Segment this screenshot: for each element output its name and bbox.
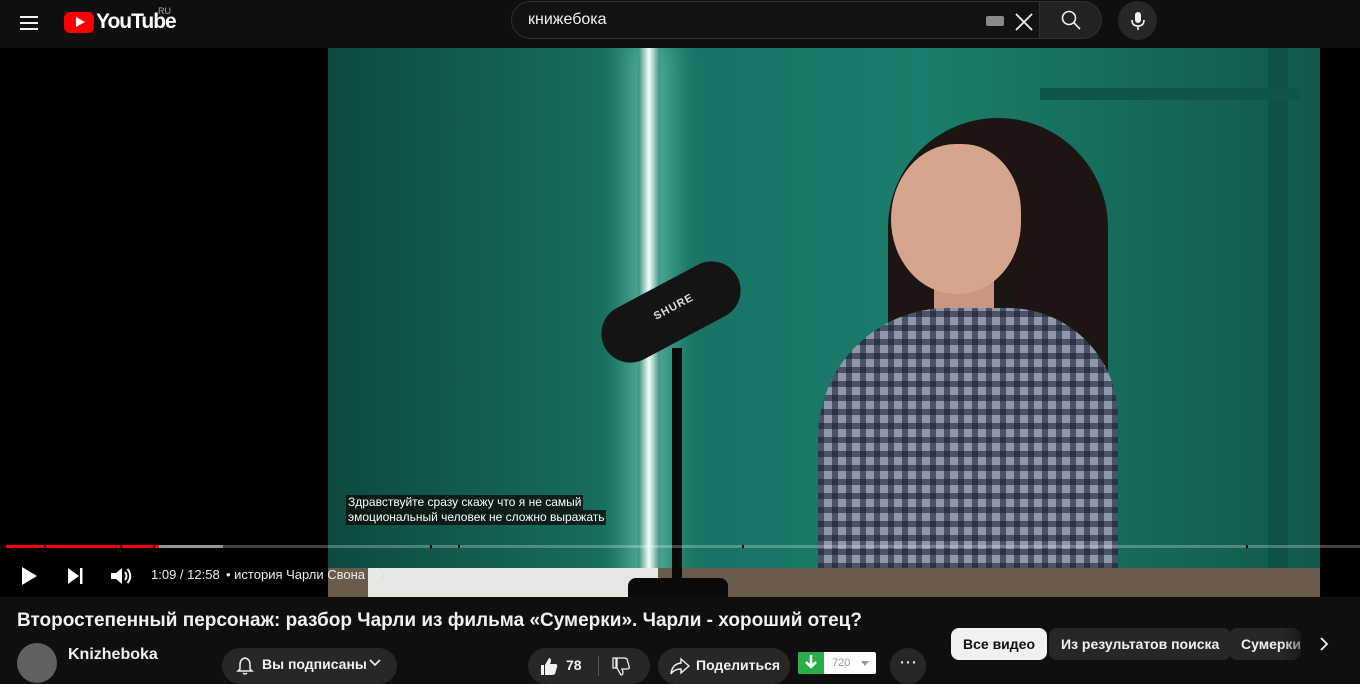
share-button[interactable]: Поделиться bbox=[658, 648, 790, 684]
chip-from-search[interactable]: Из результатов поиска bbox=[1049, 628, 1232, 660]
chapter-label: • история Чарли Свона bbox=[226, 567, 366, 582]
share-label: Поделиться bbox=[696, 657, 781, 673]
subtitle-line-1: Здравствуйте сразу скажу что я не самый bbox=[346, 495, 584, 510]
channel-name[interactable]: Knizheboka bbox=[68, 646, 158, 664]
time-display: 1:09 / 12:58 bbox=[151, 567, 220, 582]
chapter-marker bbox=[742, 545, 744, 548]
chevron-right-icon[interactable] bbox=[1310, 630, 1338, 658]
chapter-marker bbox=[1246, 545, 1248, 548]
studio-microphone: SHURE bbox=[591, 251, 751, 373]
microphone-stand bbox=[672, 348, 682, 588]
chapter-marker bbox=[458, 545, 460, 548]
more-actions-button[interactable]: ⋯ bbox=[890, 648, 926, 684]
top-bar: YouTube RU книжебока bbox=[0, 0, 1360, 48]
like-separator bbox=[598, 656, 599, 676]
download-extension-widget[interactable]: 720 bbox=[798, 652, 876, 674]
download-icon bbox=[805, 655, 817, 669]
microphone-brand: SHURE bbox=[651, 291, 696, 323]
more-dots-icon: ⋯ bbox=[899, 652, 917, 672]
bell-icon bbox=[236, 657, 254, 675]
menu-icon[interactable] bbox=[18, 12, 40, 34]
chapter-marker bbox=[44, 545, 46, 548]
subtitle-line-2: эмоциональный человек не сложно выражать bbox=[346, 510, 607, 525]
chevron-right-icon bbox=[374, 568, 381, 580]
chapter-marker bbox=[153, 545, 155, 548]
video-title: Второстепенный персонаж: разбор Чарли из… bbox=[17, 610, 862, 631]
chapter-marker bbox=[430, 545, 432, 548]
search-icon bbox=[1061, 10, 1081, 30]
progress-played bbox=[6, 545, 159, 548]
like-count[interactable]: 78 bbox=[566, 657, 582, 673]
thumbs-down-icon[interactable] bbox=[610, 655, 632, 677]
like-dislike-group: 78 bbox=[528, 648, 650, 684]
chip-all-videos[interactable]: Все видео bbox=[951, 628, 1048, 660]
speaker-plaid-shirt bbox=[818, 308, 1118, 597]
chapter-marker bbox=[120, 545, 122, 548]
video-player[interactable]: SHURE Здравствуйте сразу скажу что я не … bbox=[0, 48, 1360, 597]
region-code: RU bbox=[158, 6, 171, 16]
search-box[interactable]: книжебока bbox=[511, 1, 1039, 39]
speaker-face bbox=[891, 144, 1021, 294]
thumbs-up-icon[interactable] bbox=[538, 655, 560, 677]
chapter-title[interactable]: • история Чарли Свона bbox=[226, 567, 382, 582]
background-wall-panel bbox=[1268, 48, 1288, 597]
download-button[interactable] bbox=[798, 652, 824, 674]
player-controls: 1:09 / 12:58 • история Чарли Свона bbox=[0, 558, 1360, 594]
subtitles: Здравствуйте сразу скажу что я не самый … bbox=[346, 495, 607, 525]
background-shelf bbox=[1040, 88, 1300, 100]
youtube-play-icon bbox=[64, 11, 94, 33]
subscribed-button[interactable]: Вы подписаны bbox=[222, 648, 397, 684]
voice-search-button[interactable] bbox=[1118, 1, 1157, 40]
channel-avatar[interactable] bbox=[17, 643, 57, 683]
keyboard-icon[interactable] bbox=[986, 16, 1004, 26]
volume-icon[interactable] bbox=[108, 564, 134, 588]
next-video-icon[interactable] bbox=[64, 564, 86, 588]
clear-search-icon[interactable] bbox=[1012, 10, 1036, 34]
progress-bar[interactable] bbox=[6, 545, 1360, 548]
share-icon bbox=[670, 657, 691, 675]
search-input[interactable]: книжебока bbox=[528, 11, 607, 29]
search-button[interactable] bbox=[1039, 1, 1102, 39]
subscribed-label: Вы подписаны bbox=[262, 656, 367, 672]
download-count: 720 bbox=[832, 657, 851, 669]
play-icon[interactable] bbox=[18, 564, 40, 588]
microphone-icon bbox=[1131, 12, 1145, 30]
